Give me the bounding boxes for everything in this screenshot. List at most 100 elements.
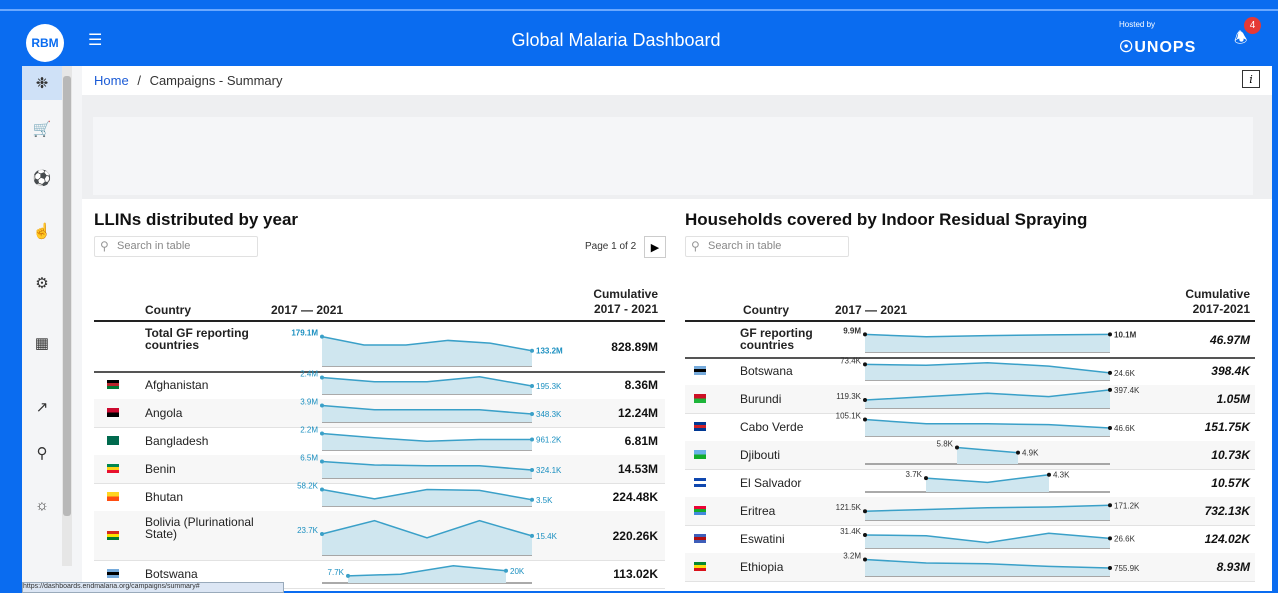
sparkline-end-point [530, 348, 534, 353]
trend-sparkline: 121.5K 171.2K [836, 501, 1140, 521]
trend-sparkline: 6.5M 324.1K [300, 454, 562, 479]
sparkline-start-label: 121.5K [836, 503, 862, 512]
cumulative-value: 224.48K [612, 490, 658, 504]
hand-pointer-icon[interactable]: ☝ [22, 214, 62, 248]
trend-sparkline: 23.7K 15.4K [297, 519, 558, 556]
table-row[interactable]: Angola 3.9M 348.3K 12.24M [94, 398, 665, 428]
table-row[interactable]: Bangladesh 2.2M 961.2K 6.81M [94, 426, 665, 456]
country-flag-icon [694, 366, 706, 375]
country-flag-icon [107, 436, 119, 445]
trend-sparkline: 2.4M 195.3K [300, 370, 562, 395]
llin-header-country[interactable]: Country [145, 303, 191, 317]
table-row[interactable]: GF reporting countries 9.9M 10.1M 46.97M [685, 322, 1255, 359]
notification-badge[interactable]: 4 [1244, 17, 1261, 34]
search-icon[interactable]: ⚲ [22, 436, 62, 470]
sparkline-start-label: 2.2M [300, 426, 318, 435]
sun-icon[interactable]: ☼ [22, 488, 62, 522]
sparkline-start-label: 7.7K [328, 568, 345, 577]
sidebar: ❉ 🛒 ⚽ ☝ ⚙ ▦ ↗ ⚲ ☼ [22, 66, 82, 591]
irs-header-country[interactable]: Country [743, 303, 789, 317]
sparkline-area [865, 334, 1110, 352]
cumulative-value: 46.97M [1209, 333, 1250, 347]
next-page-button[interactable]: ▶ [644, 236, 666, 258]
summary-card [93, 117, 1253, 195]
sparkline-area [322, 489, 532, 506]
mosquito-icon[interactable]: ❉ [22, 66, 62, 100]
country-flag-icon [694, 534, 706, 543]
bucket-icon[interactable]: ⚽ [22, 161, 62, 195]
table-row[interactable]: Djibouti 5.8K 4.9K 10.73K [685, 440, 1255, 470]
table-row[interactable]: Cabo Verde 105.1K 46.6K 151.75K [685, 412, 1255, 442]
main-content: LLINs distributed by year ⚲ Search in ta… [82, 95, 1272, 591]
country-flag-icon [107, 531, 119, 540]
sparkline-end-label: 755.9K [1114, 564, 1140, 573]
sparkline-end-label: 4.9K [1022, 449, 1039, 458]
table-row[interactable]: Afghanistan 2.4M 195.3K 8.36M [94, 370, 665, 400]
sparkline-start-label: 3.9M [300, 398, 318, 407]
trend-sparkline: 3.2M 755.9K [843, 552, 1140, 577]
cumulative-value: 8.36M [624, 378, 658, 392]
sparkline-end-label: 3.5K [536, 496, 553, 505]
sparkline-start-label: 105.1K [836, 412, 862, 421]
country-flag-icon [107, 492, 119, 501]
sparkline-end-label: 195.3K [536, 382, 562, 391]
breadcrumb-home[interactable]: Home [94, 73, 129, 88]
llin-title: LLINs distributed by year [94, 210, 299, 229]
table-row[interactable]: Total GF reporting countries 179.1M 133.2M… [94, 322, 665, 373]
sparkline-end-point [530, 437, 534, 442]
cumulative-value: 14.53M [617, 462, 658, 476]
sparkline-start-point [320, 403, 324, 408]
cash-icon[interactable]: ▦ [22, 326, 62, 360]
table-row[interactable]: El Salvador 3.7K 4.3K 10.57K [685, 469, 1255, 498]
line-chart-icon[interactable]: ↗ [22, 390, 62, 424]
table-row[interactable]: Bhutan 58.2K 3.5K 224.48K [94, 482, 665, 512]
table-row[interactable]: Burundi 119.3K 397.4K 1.05M [685, 385, 1255, 414]
sparkline-start-point [346, 573, 350, 578]
cart-icon[interactable]: 🛒 [22, 112, 62, 146]
sidebar-scroll-thumb[interactable] [63, 76, 71, 516]
llin-header-cum1[interactable]: Cumulative [568, 287, 658, 301]
cumulative-value: 151.75K [1204, 420, 1250, 434]
irs-search-placeholder: Search in table [708, 240, 782, 252]
sparkline-end-label: 4.3K [1053, 471, 1070, 480]
bell-icon[interactable]: 🕭 [1234, 28, 1247, 53]
table-row[interactable]: Benin 6.5M 324.1K 14.53M [94, 454, 665, 484]
info-icon[interactable]: i [1242, 70, 1260, 88]
sparkline-start-point [863, 557, 867, 562]
trend-sparkline: 119.3K 397.4K [836, 386, 1140, 409]
llin-search-input[interactable]: ⚲ Search in table [94, 236, 258, 257]
trend-sparkline: 58.2K 3.5K [297, 482, 553, 507]
country-flag-icon [694, 450, 706, 459]
cumulative-value: 10.57K [1211, 476, 1250, 490]
llin-header-cum2[interactable]: 2017 - 2021 [568, 302, 658, 316]
sparkline-start-label: 31.4K [840, 527, 862, 536]
llin-pager-label: Page 1 of 2 [585, 241, 637, 252]
irs-search-input[interactable]: ⚲ Search in table [685, 236, 849, 257]
irs-header-cum2[interactable]: 2017-2021 [1160, 302, 1250, 316]
sparkline-start-label: 2.4M [300, 370, 318, 379]
country-flag-icon [694, 506, 706, 515]
cumulative-value: 1.05M [1216, 392, 1250, 406]
trend-sparkline: 179.1M 133.2M [291, 329, 563, 367]
country-name: Bhutan [145, 490, 184, 504]
table-row[interactable]: Eswatini 31.4K 26.6K 124.02K [685, 525, 1255, 554]
table-row[interactable]: Botswana 73.4K 24.6K 398.4K [685, 356, 1255, 386]
cumulative-value: 398.4K [1211, 364, 1250, 378]
status-url-bar: https://dashboards.endmalaria.org/campai… [22, 582, 284, 593]
table-row[interactable]: Ethiopia 3.2M 755.9K 8.93M [685, 552, 1255, 582]
sparkline-start-label: 9.9M [843, 326, 861, 335]
table-row[interactable]: Eritrea 121.5K 171.2K 732.13K [685, 497, 1255, 526]
globe-gear-icon[interactable]: ⚙ [22, 266, 62, 300]
hosted-by-label: Hosted by [1119, 20, 1156, 29]
sparkline-start-label: 73.4K [840, 356, 862, 365]
cumulative-value: 6.81M [624, 434, 658, 448]
irs-header-cum1[interactable]: Cumulative [1160, 287, 1250, 301]
country-name: Angola [145, 406, 183, 420]
sparkline-start-label: 179.1M [291, 329, 318, 338]
country-name: Total GF reporting countries [145, 326, 249, 352]
tables-card: LLINs distributed by year ⚲ Search in ta… [82, 199, 1272, 591]
table-row[interactable]: Bolivia (Plurinational State) 23.7K 15.4K 2… [94, 511, 665, 561]
sparkline-end-point [1016, 450, 1020, 455]
sparkline-start-point [863, 509, 867, 514]
sparkline-start-point [955, 445, 959, 450]
